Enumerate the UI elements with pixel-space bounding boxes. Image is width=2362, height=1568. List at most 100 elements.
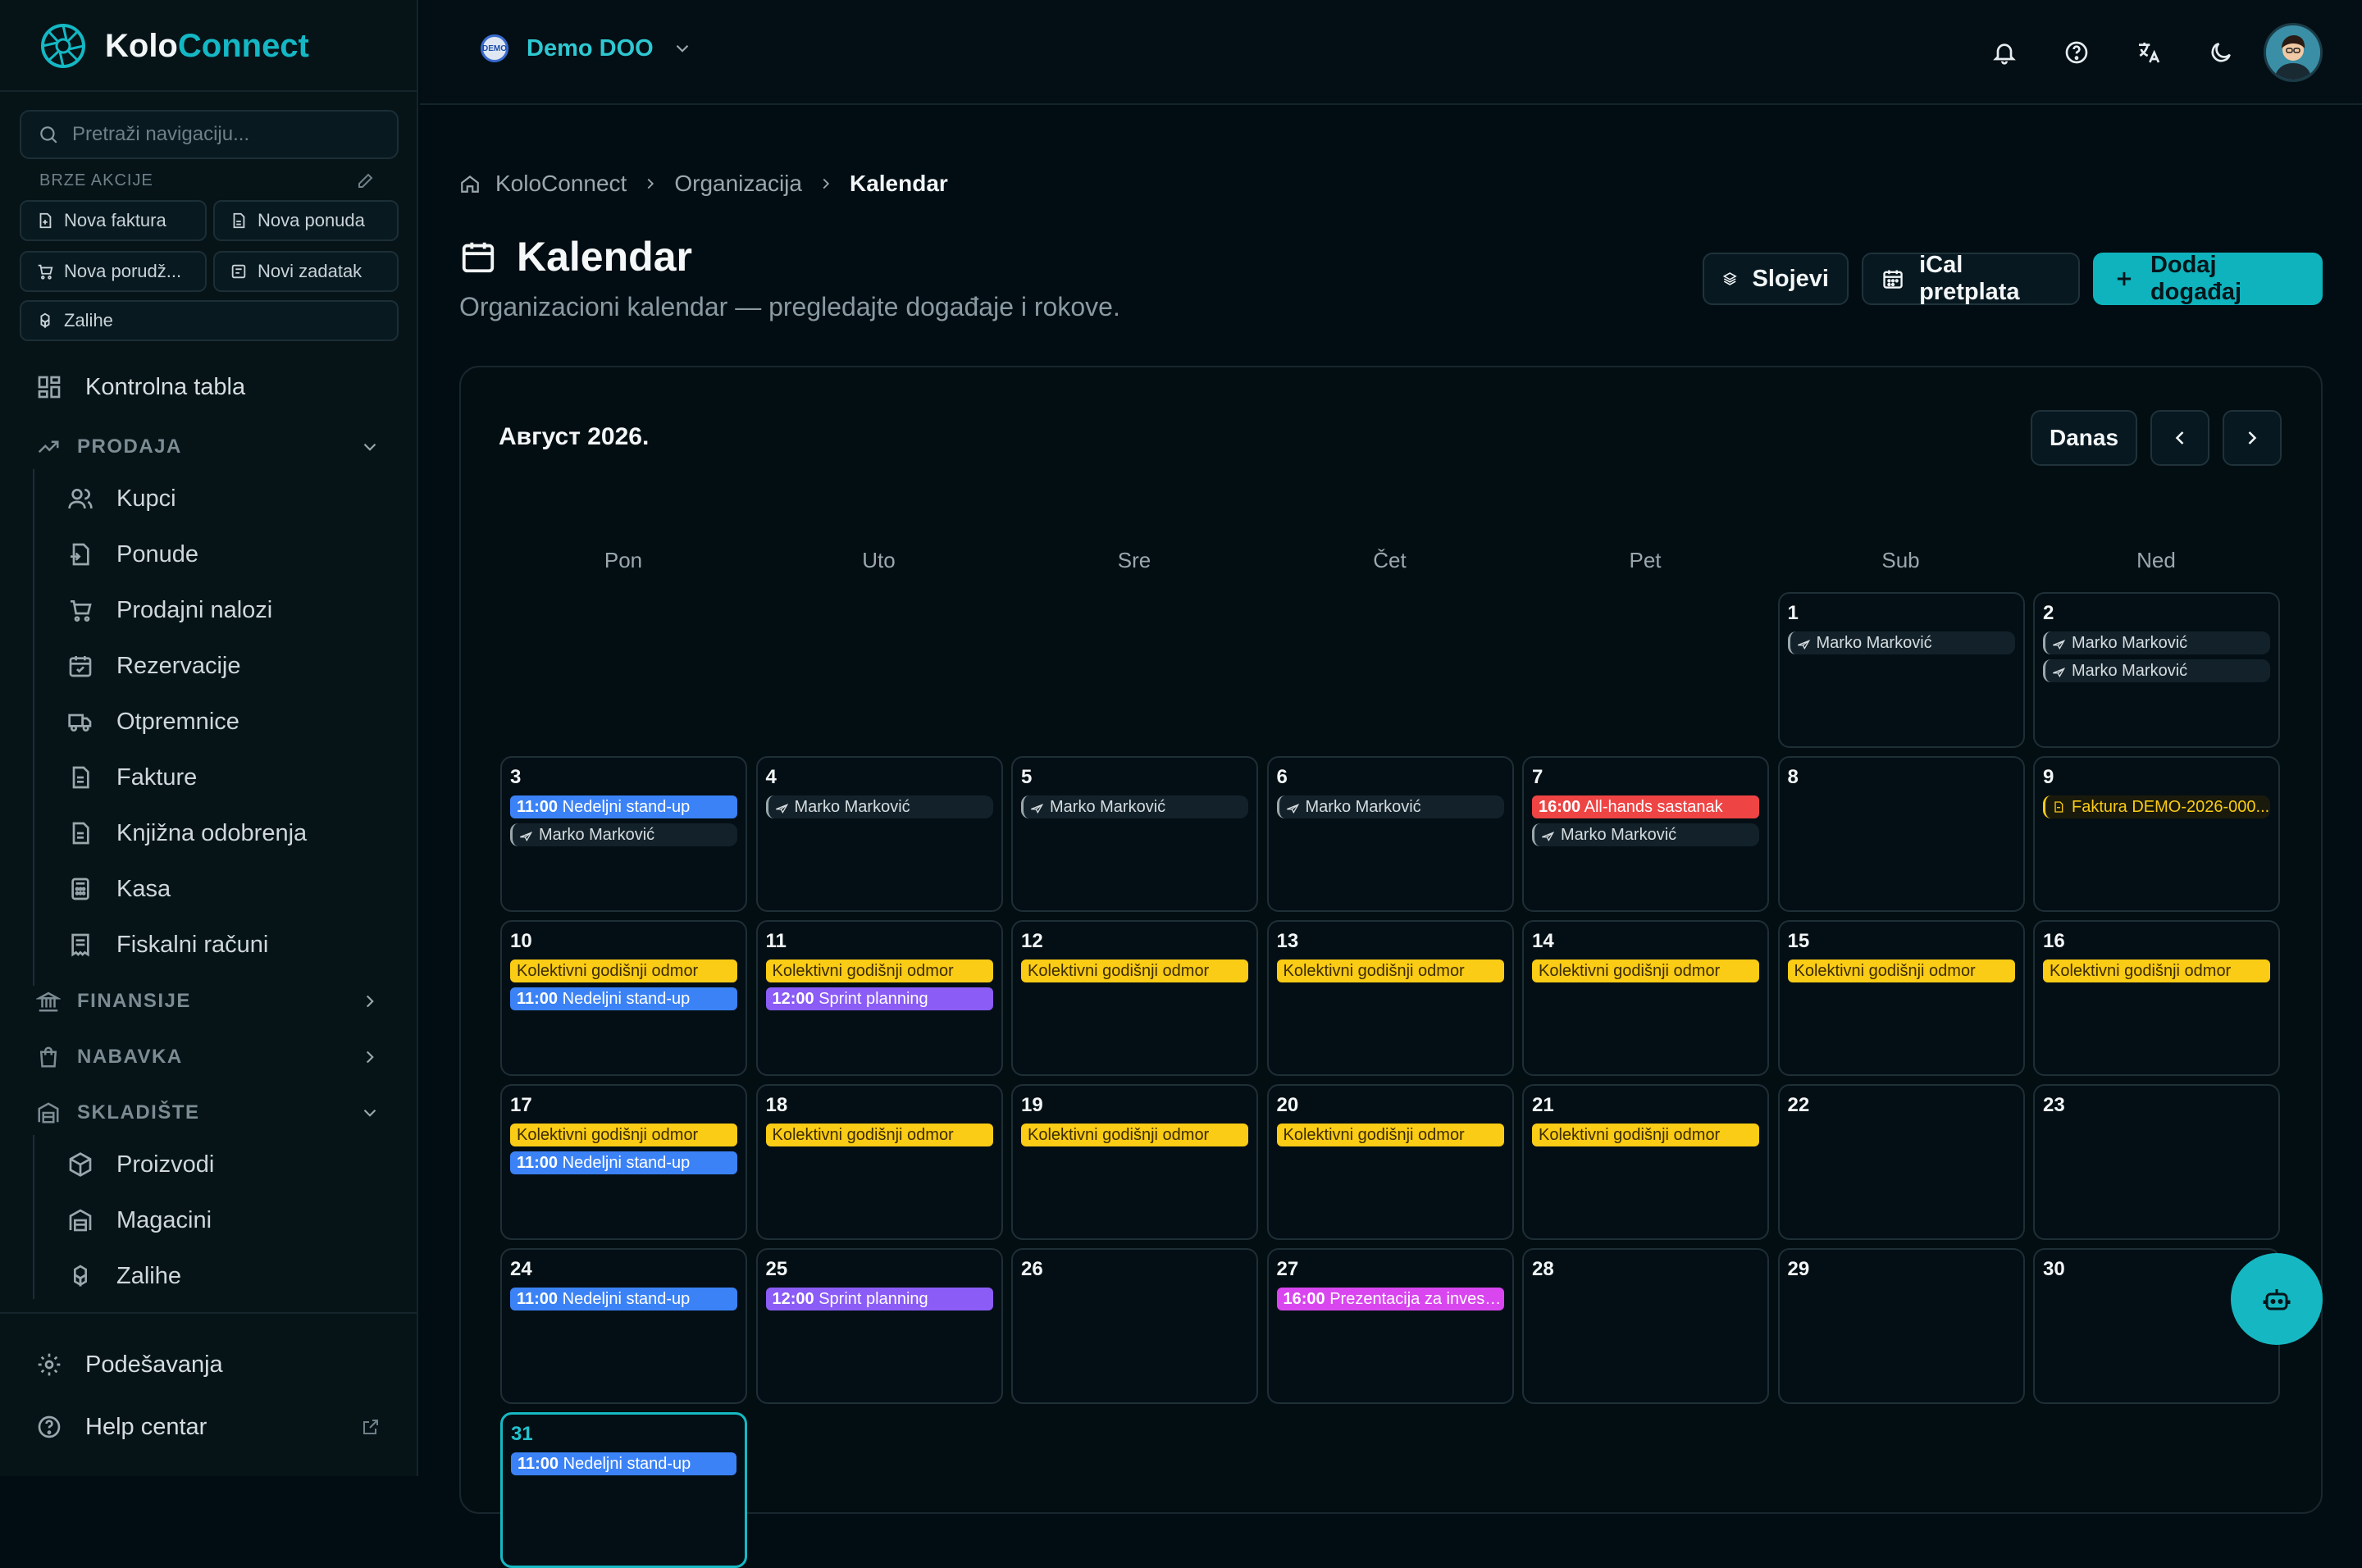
quick-action-stock[interactable]: Zalihe: [20, 300, 399, 341]
leave-event[interactable]: Marko Marković: [1532, 823, 1759, 846]
leave-event[interactable]: Marko Marković: [2043, 659, 2270, 682]
calendar-day[interactable]: 4 Marko Marković: [755, 756, 1003, 912]
calendar-event[interactable]: Kolektivni godišnji odmor: [1787, 959, 2015, 982]
sidebar-item-settings[interactable]: Podešavanja: [36, 1342, 223, 1388]
sidebar-item-dashboard[interactable]: Kontrolna tabla: [36, 364, 245, 410]
quick-action-new-order[interactable]: Nova porudž...: [20, 251, 207, 292]
org-switcher[interactable]: DEMO Demo DOO: [481, 34, 693, 62]
layers-button[interactable]: Slojevi: [1703, 253, 1849, 305]
calendar-event[interactable]: 16:00 Prezentacija za investit...: [1276, 1288, 1504, 1310]
add-event-button[interactable]: Dodaj događaj: [2093, 252, 2323, 305]
sidebar-item-zalihe[interactable]: Zalihe: [67, 1253, 181, 1299]
calendar-day[interactable]: 15 Kolektivni godišnji odmor: [1777, 920, 2025, 1076]
calendar-day[interactable]: 1 Marko Marković: [1777, 592, 2025, 748]
leave-event[interactable]: Marko Marković: [2043, 631, 2270, 654]
section-finansije[interactable]: FINANSIJE: [36, 981, 381, 1022]
calendar-day[interactable]: 26: [1011, 1248, 1258, 1404]
sidebar-item-kupci[interactable]: Kupci: [67, 476, 176, 522]
assistant-bot-button[interactable]: [2231, 1253, 2323, 1345]
section-nabavka[interactable]: NABAVKA: [36, 1037, 381, 1078]
sidebar-item-proizvodi[interactable]: Proizvodi: [67, 1142, 214, 1187]
user-avatar[interactable]: [2264, 23, 2323, 82]
calendar-day[interactable]: 20 Kolektivni godišnji odmor: [1266, 1084, 1514, 1240]
calendar-day[interactable]: 14 Kolektivni godišnji odmor: [1522, 920, 1769, 1076]
calendar-day[interactable]: 3 11:00 Nedeljni stand-up Marko Marković: [500, 756, 747, 912]
sidebar-item-rezervacije[interactable]: Rezervacije: [67, 643, 241, 689]
section-prodaja[interactable]: PRODAJA: [36, 426, 381, 467]
calendar-day[interactable]: 16 Kolektivni godišnji odmor: [2033, 920, 2280, 1076]
leave-event[interactable]: Marko Marković: [510, 823, 737, 846]
calendar-day[interactable]: 10 Kolektivni godišnji odmor 11:00 Nedeljn…: [500, 920, 747, 1076]
sidebar-item-fakture[interactable]: Fakture: [67, 754, 197, 800]
notifications-button[interactable]: [1988, 36, 2021, 69]
calendar-day[interactable]: 24 11:00 Nedeljni stand-up: [500, 1248, 747, 1404]
calendar-day[interactable]: 18 Kolektivni godišnji odmor: [755, 1084, 1003, 1240]
calendar-day[interactable]: 12 Kolektivni godišnji odmor: [1011, 920, 1258, 1076]
calendar-event[interactable]: 12:00 Sprint planning: [765, 987, 993, 1010]
calendar-event[interactable]: Kolektivni godišnji odmor: [1532, 1124, 1759, 1146]
calendar-event[interactable]: 11:00 Nedeljni stand-up: [511, 1452, 736, 1475]
sidebar-item-ponude[interactable]: Ponude: [67, 531, 198, 577]
theme-toggle-button[interactable]: [2205, 36, 2237, 69]
calendar-day[interactable]: 13 Kolektivni godišnji odmor: [1266, 920, 1514, 1076]
calendar-day-today[interactable]: 31 11:00 Nedeljni stand-up: [500, 1412, 747, 1568]
calendar-event[interactable]: Kolektivni godišnji odmor: [510, 1124, 737, 1146]
invoice-event[interactable]: Faktura DEMO-2026-000...: [2043, 795, 2270, 818]
calendar-event[interactable]: Kolektivni godišnji odmor: [765, 959, 993, 982]
quick-action-new-offer[interactable]: Nova ponuda: [213, 200, 399, 241]
app-logo[interactable]: KoloConnect: [39, 18, 309, 74]
ical-subscribe-button[interactable]: iCal pretplata: [1862, 252, 2080, 305]
nav-search-input[interactable]: [72, 123, 384, 146]
calendar-event[interactable]: Kolektivni godišnji odmor: [1021, 959, 1248, 982]
calendar-event[interactable]: Kolektivni godišnji odmor: [510, 959, 737, 982]
calendar-day[interactable]: 19 Kolektivni godišnji odmor: [1011, 1084, 1258, 1240]
calendar-day[interactable]: 21 Kolektivni godišnji odmor: [1522, 1084, 1769, 1240]
leave-event[interactable]: Marko Marković: [765, 795, 993, 818]
next-month-button[interactable]: [2223, 410, 2282, 466]
prev-month-button[interactable]: [2150, 410, 2209, 466]
calendar-event[interactable]: 11:00 Nedeljni stand-up: [510, 795, 737, 818]
calendar-day[interactable]: 22: [1777, 1084, 2025, 1240]
sidebar-item-help[interactable]: Help centar: [36, 1404, 381, 1450]
quick-action-new-invoice[interactable]: Nova faktura: [20, 200, 207, 241]
calendar-event[interactable]: Kolektivni godišnji odmor: [1276, 1124, 1504, 1146]
calendar-event[interactable]: 16:00 All-hands sastanak: [1532, 795, 1759, 818]
leave-event[interactable]: Marko Marković: [1021, 795, 1248, 818]
calendar-event[interactable]: Kolektivni godišnji odmor: [1532, 959, 1759, 982]
sidebar-item-magacini[interactable]: Magacini: [67, 1197, 212, 1243]
calendar-event[interactable]: Kolektivni godišnji odmor: [765, 1124, 993, 1146]
calendar-day[interactable]: 27 16:00 Prezentacija za investit...: [1266, 1248, 1514, 1404]
calendar-event[interactable]: Kolektivni godišnji odmor: [1276, 959, 1504, 982]
help-button[interactable]: [2060, 36, 2093, 69]
sidebar-item-prodajni-nalozi[interactable]: Prodajni nalozi: [67, 587, 272, 633]
calendar-day[interactable]: 7 16:00 All-hands sastanak Marko Marković: [1522, 756, 1769, 912]
sidebar-item-otpremnice[interactable]: Otpremnice: [67, 699, 239, 745]
calendar-day[interactable]: 9 Faktura DEMO-2026-000...: [2033, 756, 2280, 912]
section-skladiste[interactable]: SKLADIŠTE: [36, 1092, 381, 1133]
home-icon[interactable]: [459, 173, 481, 194]
today-button[interactable]: Danas: [2031, 410, 2137, 466]
calendar-event[interactable]: 11:00 Nedeljni stand-up: [510, 1288, 737, 1310]
calendar-day[interactable]: 29: [1777, 1248, 2025, 1404]
language-button[interactable]: [2132, 36, 2165, 69]
sidebar-item-fiskalni-racuni[interactable]: Fiskalni računi: [67, 922, 268, 968]
calendar-event[interactable]: 12:00 Sprint planning: [765, 1288, 993, 1310]
nav-search[interactable]: [20, 110, 399, 159]
sidebar-item-knjizna-odobrenja[interactable]: Knjižna odobrenja: [67, 810, 307, 856]
calendar-event[interactable]: Kolektivni godišnji odmor: [2043, 959, 2270, 982]
calendar-day[interactable]: 23: [2033, 1084, 2280, 1240]
calendar-day[interactable]: 25 12:00 Sprint planning: [755, 1248, 1003, 1404]
calendar-day[interactable]: 8: [1777, 756, 2025, 912]
edit-icon[interactable]: [356, 171, 376, 190]
calendar-day[interactable]: 2 Marko Marković Marko Marković: [2033, 592, 2280, 748]
breadcrumb-item[interactable]: KoloConnect: [495, 171, 627, 197]
calendar-day[interactable]: 5 Marko Marković: [1011, 756, 1258, 912]
calendar-event[interactable]: Kolektivni godišnji odmor: [1021, 1124, 1248, 1146]
sidebar-item-kasa[interactable]: Kasa: [67, 866, 171, 912]
calendar-event[interactable]: 11:00 Nedeljni stand-up: [510, 1151, 737, 1174]
quick-action-new-task[interactable]: Novi zadatak: [213, 251, 399, 292]
calendar-day[interactable]: 11 Kolektivni godišnji odmor 12:00 Sprint …: [755, 920, 1003, 1076]
calendar-day[interactable]: 28: [1522, 1248, 1769, 1404]
leave-event[interactable]: Marko Marković: [1787, 631, 2015, 654]
leave-event[interactable]: Marko Marković: [1276, 795, 1504, 818]
